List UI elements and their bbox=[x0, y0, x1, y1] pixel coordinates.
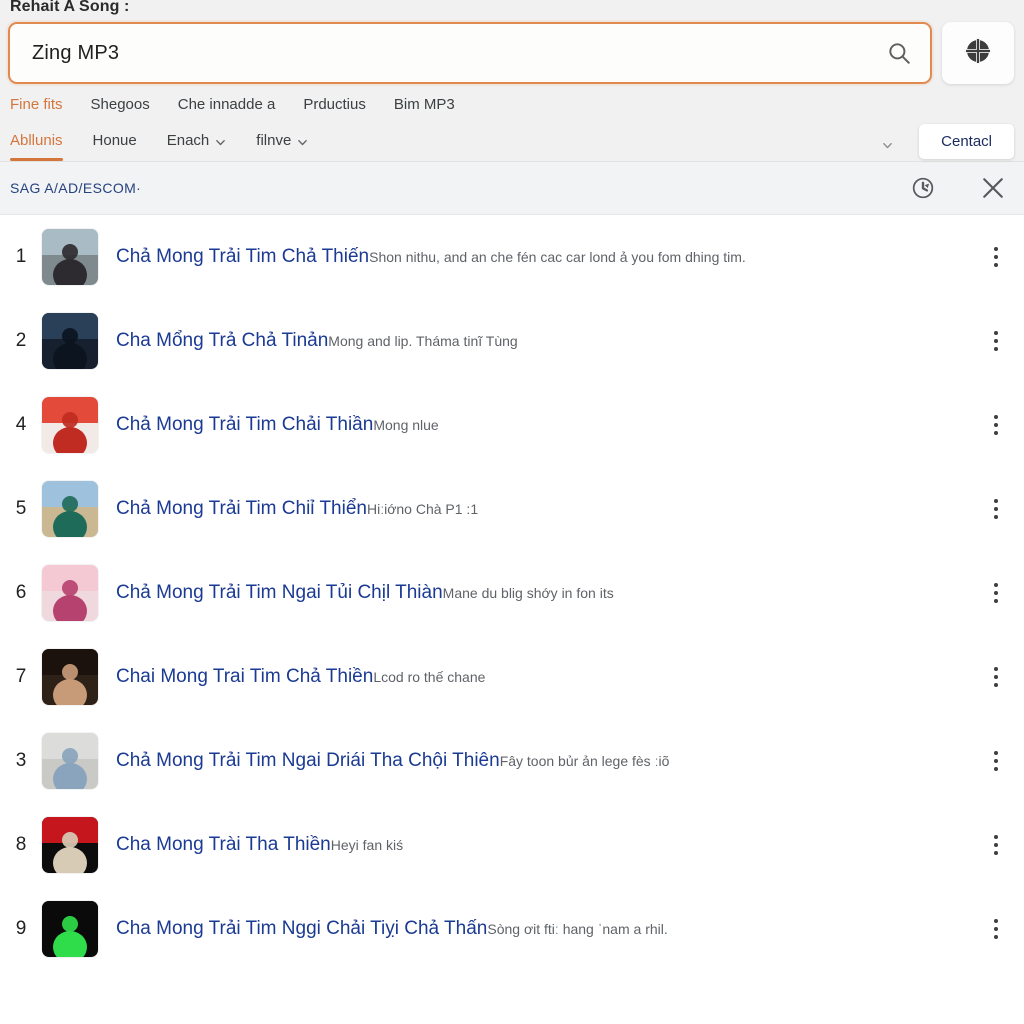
nav-secondary-label-2: Enach bbox=[166, 131, 210, 149]
barchna-black-red-thumb bbox=[42, 817, 98, 873]
contact-button[interactable]: Centacl bbox=[919, 123, 1014, 159]
result-text: Cha Mong Trải Tim Nggi Chải Tiỵi Chả Thấ… bbox=[116, 918, 972, 941]
result-subtitle: Heyi fan kiś bbox=[330, 836, 404, 853]
result-rank: 9 bbox=[15, 918, 27, 939]
chevron-down-icon bbox=[297, 135, 308, 146]
man-blue-shirt-grey-thumb bbox=[42, 733, 98, 789]
result-row[interactable]: 6 Chả Mong Trải Tim Ngai Tủi Chịl ThiànMa… bbox=[0, 551, 1024, 635]
result-rank: 3 bbox=[15, 750, 27, 771]
result-text: Chai Mong Trai Tim Chả ThiềnLcod ro thế … bbox=[116, 666, 972, 689]
nav-secondary: Abllunis Honue Enach filnve Centacl bbox=[0, 121, 1024, 161]
nav-primary-item-1[interactable]: Shegoos bbox=[91, 96, 150, 113]
close-icon[interactable] bbox=[978, 173, 1008, 203]
result-more-options-icon[interactable] bbox=[984, 413, 1008, 437]
result-row[interactable]: 2 Cha Mổng Trả Chả TinảnMong and lip. Thá… bbox=[0, 299, 1024, 383]
result-row[interactable]: 1 Chả Mong Trải Tim Chả ThiếnShon nithu, … bbox=[0, 215, 1024, 299]
results-source-label[interactable]: SAG A/AD/ESCOM· bbox=[10, 180, 886, 196]
result-row[interactable]: 5 Chả Mong Trải Tim Chiỉ ThiểnHiːiớno Chà… bbox=[0, 467, 1024, 551]
night-city-road-thumb bbox=[42, 313, 98, 369]
result-subtitle: Shon nithu, and an che fén cac car lond … bbox=[369, 248, 746, 265]
result-subtitle: Hiːiớno Chà P1 :1 bbox=[366, 500, 479, 517]
nav-secondary-item-honue[interactable]: Honue bbox=[93, 125, 137, 161]
nav-secondary-label-1: Honue bbox=[92, 131, 137, 149]
result-more-options-icon[interactable] bbox=[984, 581, 1008, 605]
nav-secondary-item-enach[interactable]: Enach bbox=[167, 125, 227, 161]
result-more-options-icon[interactable] bbox=[984, 245, 1008, 269]
result-title[interactable]: Cha Mổng Trả Chả Tinản bbox=[116, 330, 328, 351]
search-icon[interactable] bbox=[886, 40, 912, 66]
result-subtitle: Mong nlue bbox=[373, 416, 439, 433]
nav-primary-item-0[interactable]: Fine fits bbox=[10, 96, 63, 113]
results-header-bar: SAG A/AD/ESCOM· bbox=[0, 162, 1024, 215]
compass-grid-icon bbox=[963, 36, 993, 71]
red-poster-thumb bbox=[42, 397, 98, 453]
man-green-shirt-field-thumb bbox=[42, 481, 98, 537]
result-title[interactable]: Chả Mong Trải Tim Chả Thiến bbox=[116, 246, 369, 267]
result-title[interactable]: Chả Mong Trải Tim Chiỉ Thiển bbox=[116, 498, 367, 519]
result-text: Chả Mong Trải Tim Ngai Tủi Chịl ThiànMan… bbox=[116, 582, 972, 605]
search-row: Zing MP3 bbox=[0, 22, 1024, 84]
result-rank: 2 bbox=[15, 330, 27, 351]
nav-overflow-chevron-down-icon[interactable] bbox=[882, 138, 893, 149]
nav-primary-item-4[interactable]: Bim MP3 bbox=[394, 96, 455, 113]
result-rank: 6 bbox=[15, 582, 27, 603]
result-more-options-icon[interactable] bbox=[984, 497, 1008, 521]
result-rank: 4 bbox=[15, 414, 27, 435]
result-text: Chả Mong Trải Tim Chiỉ ThiểnHiːiớno Chà … bbox=[116, 498, 972, 521]
result-more-options-icon[interactable] bbox=[984, 749, 1008, 773]
result-subtitle: Mong and lip. Tháma tinĩ Tùng bbox=[328, 332, 518, 349]
nav-primary: Fine fits Shegoos Che innadde a Prductiu… bbox=[0, 84, 1024, 121]
result-title[interactable]: Chả Mong Trải Tim Chải Thiần bbox=[116, 414, 373, 435]
result-rank: 8 bbox=[15, 834, 27, 855]
nav-primary-item-2[interactable]: Che innadde a bbox=[178, 96, 276, 113]
result-row[interactable]: 9 Cha Mong Trải Tim Nggi Chải Tiỵi Chả Th… bbox=[0, 887, 1024, 971]
nav-secondary-item-filnve[interactable]: filnve bbox=[256, 125, 308, 161]
result-title[interactable]: Chả Mong Trải Tim Ngai Driái Tha Chội Th… bbox=[116, 750, 500, 771]
result-subtitle: Lcod ro thế chane bbox=[373, 668, 486, 685]
result-more-options-icon[interactable] bbox=[984, 665, 1008, 689]
result-title[interactable]: Chai Mong Trai Tim Chả Thiền bbox=[116, 666, 373, 687]
nav-primary-item-3[interactable]: Prductius bbox=[303, 96, 366, 113]
man-portrait-dark-thumb bbox=[42, 649, 98, 705]
result-more-options-icon[interactable] bbox=[984, 329, 1008, 353]
history-clock-icon[interactable] bbox=[910, 175, 936, 201]
result-text: Cha Mổng Trả Chả TinảnMong and lip. Thám… bbox=[116, 330, 972, 353]
result-subtitle: Mane du blig shớy in fon its bbox=[442, 584, 614, 601]
result-row[interactable]: 8 Cha Mong Trài Tha ThiềnHeyi fan kiś bbox=[0, 803, 1024, 887]
nav-secondary-label-3: filnve bbox=[256, 131, 292, 149]
app-root: Rehait A Song : Zing MP3 Fine fits Shego… bbox=[0, 0, 1024, 1024]
pink-collage-thumb bbox=[42, 565, 98, 621]
result-row[interactable]: 4 Chả Mong Trải Tim Chải ThiầnMong nlue bbox=[0, 383, 1024, 467]
result-text: Chả Mong Trải Tim Ngai Driái Tha Chội Th… bbox=[116, 750, 972, 773]
result-text: Chả Mong Trải Tim Chả ThiếnShon nithu, a… bbox=[116, 246, 972, 269]
nav-secondary-item-albums[interactable]: Abllunis bbox=[10, 125, 63, 161]
header: Rehait A Song : Zing MP3 Fine fits Shego… bbox=[0, 0, 1024, 162]
result-more-options-icon[interactable] bbox=[984, 917, 1008, 941]
portrait-woman-mountain-thumb bbox=[42, 229, 98, 285]
result-text: Chả Mong Trải Tim Chải ThiầnMong nlue bbox=[116, 414, 972, 437]
result-row[interactable]: 3 Chả Mong Trải Tim Ngai Driái Tha Chội T… bbox=[0, 719, 1024, 803]
search-input-value: Zing MP3 bbox=[32, 41, 120, 64]
page-title: Rehait A Song : bbox=[10, 0, 130, 15]
result-title[interactable]: Cha Mong Trài Tha Thiền bbox=[116, 834, 331, 855]
result-row[interactable]: 7 Chai Mong Trai Tim Chả ThiềnLcod ro thế… bbox=[0, 635, 1024, 719]
result-text: Cha Mong Trài Tha ThiềnHeyi fan kiś bbox=[116, 834, 972, 857]
result-rank: 7 bbox=[15, 666, 27, 687]
result-title[interactable]: Cha Mong Trải Tim Nggi Chải Tiỵi Chả Thấ… bbox=[116, 918, 487, 939]
result-rank: 5 bbox=[15, 498, 27, 519]
nav-secondary-label-0: Abllunis bbox=[10, 131, 63, 149]
result-rank: 1 bbox=[15, 246, 27, 267]
green-text-black-thumb bbox=[42, 901, 98, 957]
result-more-options-icon[interactable] bbox=[984, 833, 1008, 857]
result-title[interactable]: Chả Mong Trải Tim Ngai Tủi Chịl Thiàn bbox=[116, 582, 443, 603]
result-subtitle: Sòng ơit ftiː hang ˈnam a rhil. bbox=[487, 920, 668, 937]
results-list: 1 Chả Mong Trải Tim Chả ThiếnShon nithu, … bbox=[0, 215, 1024, 1024]
result-subtitle: Fây toon bủr ản lege fès ːiõ bbox=[499, 752, 670, 769]
apps-grid-button[interactable] bbox=[942, 22, 1014, 84]
chevron-down-icon bbox=[215, 135, 226, 146]
search-input[interactable]: Zing MP3 bbox=[8, 22, 932, 84]
